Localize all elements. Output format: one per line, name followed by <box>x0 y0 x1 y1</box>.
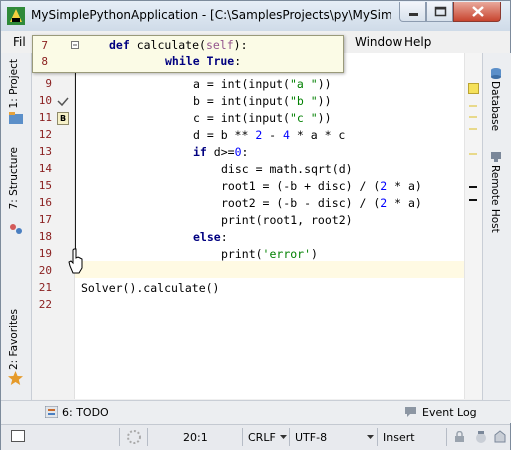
caret-position[interactable]: 20:1 <box>183 431 208 444</box>
stripe-mark[interactable] <box>469 186 477 188</box>
minimize-button[interactable] <box>399 2 426 22</box>
status-separator <box>446 428 447 446</box>
line-number: 17 <box>38 213 52 226</box>
tab-event-log[interactable]: Event Log <box>422 406 477 419</box>
error-stripe[interactable] <box>464 53 482 399</box>
chevron-down-icon <box>367 435 374 439</box>
menu-help[interactable]: Help <box>404 35 431 49</box>
line-number: 20 <box>38 264 52 277</box>
fold-marker-icon <box>71 41 79 49</box>
minimize-icon <box>409 13 418 16</box>
popup-code-line-8: while True: <box>165 54 242 68</box>
menu-window[interactable]: Window <box>355 35 402 49</box>
stripe-mark[interactable] <box>469 128 477 130</box>
stripe-mark[interactable] <box>469 105 477 107</box>
line-number: 16 <box>38 196 52 209</box>
database-icon <box>491 68 501 79</box>
code-line-9: a = int(input("a ")) <box>193 77 332 91</box>
status-separator <box>242 428 243 446</box>
hand-cursor-icon <box>68 248 83 274</box>
line-number: 18 <box>38 230 52 243</box>
current-line-highlight <box>75 261 464 278</box>
left-tool-strip: 1: Project 7: Structure 2: Favorites <box>1 53 32 423</box>
project-icon <box>9 112 23 124</box>
code-line-15: root1 = (-b + disc) / (2 * a) <box>221 179 422 193</box>
close-icon <box>472 6 484 17</box>
status-separator <box>147 428 148 446</box>
window-title: MySimplePythonApplication - [C:\SamplesP… <box>31 8 391 22</box>
status-bar: 20:1 CRLF UTF-8 Insert <box>1 424 510 450</box>
popup-line-number: 8 <box>41 55 48 68</box>
tab-structure[interactable]: 7: Structure <box>8 147 20 209</box>
context-popup: 7 8 def calculate(self): while True: <box>32 35 344 73</box>
code-line-21: Solver().calculate() <box>81 281 220 295</box>
title-bar: MySimplePythonApplication - [C:\SamplesP… <box>1 1 510 31</box>
stripe-mark[interactable] <box>469 153 477 155</box>
tab-todo[interactable]: 6: TODO <box>62 406 109 419</box>
code-line-16: root2 = (-b - disc) / (2 * a) <box>221 196 422 210</box>
fold-guide-line <box>75 53 76 252</box>
code-line-17: print(root1, root2) <box>221 213 353 227</box>
line-separator-selector[interactable]: CRLF <box>248 431 276 444</box>
background-tasks-icon <box>127 430 141 444</box>
line-number: 22 <box>38 298 52 311</box>
tab-favorites[interactable]: 2: Favorites <box>8 309 20 370</box>
line-number: 10 <box>38 94 52 107</box>
menu-file[interactable]: Fil <box>13 35 26 49</box>
line-number: 12 <box>38 128 52 141</box>
stripe-mark[interactable] <box>469 116 477 118</box>
pycharm-app-icon <box>7 7 25 25</box>
lock-icon[interactable] <box>454 431 465 443</box>
remote-host-icon <box>491 152 501 162</box>
insert-mode-indicator[interactable]: Insert <box>383 431 415 444</box>
code-editor[interactable]: 9 10 11 12 13 14 15 16 17 18 19 20 21 22… <box>32 53 464 399</box>
hector-icon[interactable] <box>494 430 506 444</box>
tool-windows-toggle-icon[interactable] <box>11 430 25 442</box>
tab-project[interactable]: 1: Project <box>8 59 20 108</box>
warning-marker[interactable] <box>468 83 479 94</box>
fold-gutter: B <box>54 53 75 399</box>
line-number-gutter: 9 10 11 12 13 14 15 16 17 18 19 20 21 22 <box>32 53 54 399</box>
event-log-icon <box>405 407 416 417</box>
code-line-10: b = int(input("b ")) <box>193 94 332 108</box>
line-number: 13 <box>38 145 52 158</box>
popup-line-number: 7 <box>41 39 48 52</box>
bottom-tool-bar: 6: TODO Event Log <box>1 400 510 424</box>
line-number: 21 <box>38 281 52 294</box>
tab-database[interactable]: Database <box>489 81 501 131</box>
stripe-mark[interactable] <box>469 199 477 201</box>
status-separator <box>119 428 120 446</box>
code-line-18: else: <box>193 230 228 244</box>
maximize-button[interactable] <box>426 2 453 22</box>
inspector-icon[interactable] <box>474 430 488 444</box>
line-number: 9 <box>45 77 52 90</box>
todo-icon <box>45 406 58 418</box>
checkmark-icon <box>57 97 69 107</box>
status-separator <box>289 428 290 446</box>
tab-remote-host[interactable]: Remote Host <box>489 165 501 233</box>
close-button[interactable] <box>453 2 501 22</box>
bookmark-badge[interactable]: B <box>57 112 69 125</box>
right-tool-strip: Database Remote Host <box>482 53 511 423</box>
code-line-14: disc = math.sqrt(d) <box>221 162 353 176</box>
line-number: 14 <box>38 162 52 175</box>
star-icon <box>8 371 23 385</box>
code-line-12: d = b ** 2 - 4 * a * c <box>193 128 346 142</box>
code-line-11: c = int(input("c ")) <box>193 111 332 125</box>
popup-code-line-7: def calculate(self): <box>109 38 248 52</box>
code-line-13: if d>=0: <box>193 145 249 159</box>
chevron-down-icon <box>280 435 287 439</box>
line-number: 19 <box>38 247 52 260</box>
line-number: 11 <box>38 111 52 124</box>
line-number: 15 <box>38 179 52 192</box>
status-separator <box>377 428 378 446</box>
code-line-19: print('error') <box>221 247 318 261</box>
maximize-icon <box>434 6 447 17</box>
structure-icon <box>10 224 22 234</box>
ide-window: MySimplePythonApplication - [C:\SamplesP… <box>0 0 511 450</box>
encoding-selector[interactable]: UTF-8 <box>295 431 327 444</box>
